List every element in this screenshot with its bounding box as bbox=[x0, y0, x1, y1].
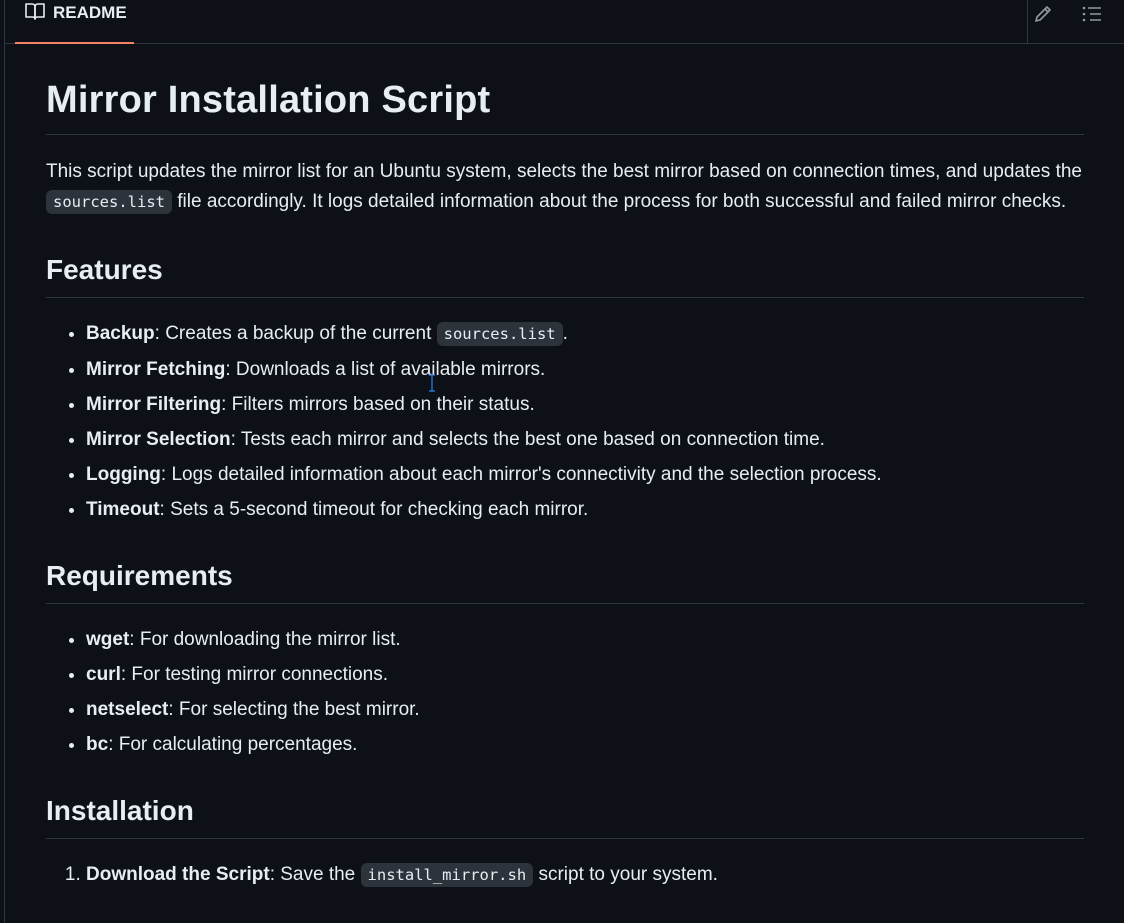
item-term: Mirror Selection bbox=[86, 429, 231, 450]
tab-readme-label: README bbox=[53, 3, 127, 22]
inline-code: sources.list bbox=[46, 190, 172, 214]
list-item: Download the Script: Save the install_mi… bbox=[86, 857, 1084, 893]
requirements-heading: Requirements bbox=[46, 557, 1084, 604]
item-tail: . bbox=[562, 323, 568, 344]
requirements-section: Requirements wget: For downloading the m… bbox=[46, 557, 1084, 762]
item-text: : Save the bbox=[269, 864, 361, 885]
toolbar-divider bbox=[1027, 0, 1028, 44]
list-item: Backup: Creates a backup of the current … bbox=[86, 316, 1084, 352]
item-term: netselect bbox=[86, 699, 169, 720]
inline-code: sources.list bbox=[436, 322, 563, 346]
readme-content: Mirror Installation Script This script u… bbox=[46, 44, 1084, 893]
item-text: : Tests each mirror and selects the best… bbox=[230, 429, 825, 450]
readme-header: README bbox=[5, 0, 1124, 44]
item-term: Logging bbox=[86, 464, 161, 485]
item-term: wget bbox=[86, 629, 130, 650]
item-term: Mirror Fetching bbox=[86, 359, 226, 380]
features-list: Backup: Creates a backup of the current … bbox=[46, 316, 1084, 527]
tab-readme[interactable]: README bbox=[15, 0, 134, 44]
item-text: : Logs detailed information about each m… bbox=[160, 464, 882, 485]
list-item: Mirror Fetching: Downloads a list of ava… bbox=[86, 352, 1084, 387]
item-text: : Downloads a list of available mirrors. bbox=[225, 359, 546, 380]
list-item: bc: For calculating percentages. bbox=[86, 727, 1084, 762]
item-text: : For selecting the best mirror. bbox=[168, 699, 420, 720]
item-text: : For testing mirror connections. bbox=[120, 664, 389, 685]
item-text: : Filters mirrors based on their status. bbox=[221, 394, 535, 415]
intro-text-1: This script updates the mirror list for … bbox=[46, 161, 1082, 182]
item-term: Mirror Filtering bbox=[86, 394, 222, 415]
item-text: : Creates a backup of the current bbox=[154, 323, 437, 344]
features-heading: Features bbox=[46, 251, 1084, 298]
readme-panel: README Mirror Installation Script This s… bbox=[4, 0, 1124, 923]
features-section: Features Backup: Creates a backup of the… bbox=[46, 251, 1084, 527]
installation-section: Installation Download the Script: Save t… bbox=[46, 792, 1084, 893]
item-term: Backup bbox=[86, 323, 155, 344]
item-text: : For calculating percentages. bbox=[108, 734, 358, 755]
item-term: Timeout bbox=[86, 499, 160, 520]
list-icon[interactable] bbox=[1081, 3, 1103, 25]
pencil-icon[interactable] bbox=[1032, 3, 1054, 25]
intro-text-2: file accordingly. It logs detailed infor… bbox=[171, 191, 1067, 212]
item-text: : Sets a 5-second timeout for checking e… bbox=[159, 499, 589, 520]
item-text: : For downloading the mirror list. bbox=[129, 629, 401, 650]
list-item: Timeout: Sets a 5-second timeout for che… bbox=[86, 492, 1084, 527]
item-term: Download the Script bbox=[86, 864, 270, 885]
installation-heading: Installation bbox=[46, 792, 1084, 839]
intro-paragraph: This script updates the mirror list for … bbox=[46, 157, 1084, 217]
book-icon bbox=[25, 2, 45, 25]
text-cursor-icon bbox=[428, 374, 436, 392]
list-item: Mirror Selection: Tests each mirror and … bbox=[86, 422, 1084, 457]
readme-title: Mirror Installation Script bbox=[46, 76, 1084, 135]
installation-steps: Download the Script: Save the install_mi… bbox=[46, 857, 1084, 893]
item-term: curl bbox=[86, 664, 121, 685]
list-item: wget: For downloading the mirror list. bbox=[86, 622, 1084, 657]
list-item: Logging: Logs detailed information about… bbox=[86, 457, 1084, 492]
list-item: netselect: For selecting the best mirror… bbox=[86, 692, 1084, 727]
list-item: Mirror Filtering: Filters mirrors based … bbox=[86, 387, 1084, 422]
inline-code: install_mirror.sh bbox=[360, 863, 534, 887]
item-term: bc bbox=[86, 734, 109, 755]
requirements-list: wget: For downloading the mirror list. c… bbox=[46, 622, 1084, 762]
item-tail: script to your system. bbox=[533, 864, 718, 885]
list-item: curl: For testing mirror connections. bbox=[86, 657, 1084, 692]
